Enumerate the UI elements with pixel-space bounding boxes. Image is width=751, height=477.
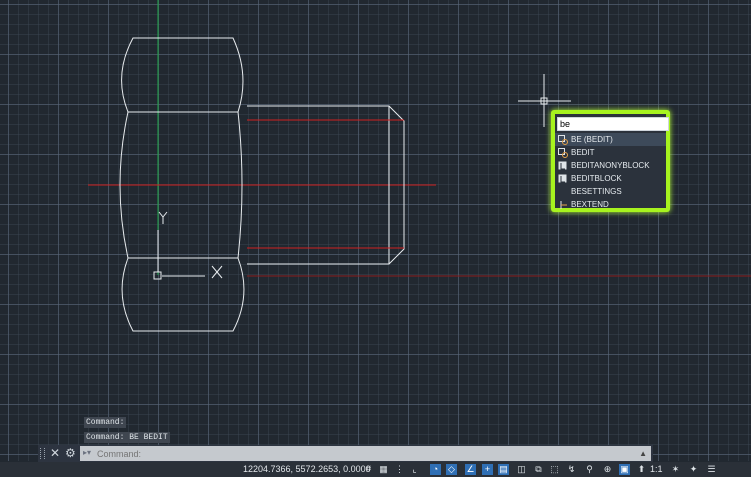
autocomplete-input[interactable] bbox=[557, 117, 669, 131]
grid-icon[interactable]: ▦ bbox=[378, 464, 389, 475]
drawing-geometry bbox=[88, 0, 751, 332]
annotation-monitor-icon[interactable]: ▣ bbox=[619, 464, 630, 475]
blank-icon bbox=[558, 187, 568, 197]
model-grid-icon[interactable]: # bbox=[363, 464, 374, 475]
autoscale-icon[interactable]: ✦ bbox=[688, 464, 699, 475]
autocomplete-item-label: BE (BEDIT) bbox=[571, 135, 613, 144]
coordinate-readout[interactable]: 12204.7366, 5572.2653, 0.0000 bbox=[243, 464, 371, 474]
autocomplete-item[interactable]: BEDIT bbox=[555, 146, 666, 159]
object-snap-icon[interactable]: + bbox=[482, 464, 493, 475]
autocomplete-item[interactable]: BE (BEDIT) bbox=[555, 133, 666, 146]
annotation-scale[interactable]: 1:1 bbox=[650, 464, 663, 474]
chevron-up-icon[interactable]: ▲ bbox=[639, 449, 647, 458]
autocomplete-item[interactable]: BEDITANONYBLOCK bbox=[555, 159, 666, 172]
object-snap-tracking-icon[interactable]: ∠ bbox=[465, 464, 476, 475]
units-icon[interactable]: ⬆ bbox=[636, 464, 647, 475]
gizmo-icon[interactable]: ⊕ bbox=[602, 464, 613, 475]
autocomplete-item[interactable]: BEXTEND bbox=[555, 198, 666, 211]
command-prompt-icon[interactable]: ▸▾ bbox=[83, 448, 91, 457]
drawing-canvas[interactable] bbox=[0, 0, 751, 461]
ortho-icon[interactable]: ⌞ bbox=[409, 464, 420, 475]
command-history-line: Command: bbox=[84, 417, 127, 428]
autocomplete-item-label: BEDITANONYBLOCK bbox=[571, 161, 650, 170]
annotation-visibility-icon[interactable]: ✶ bbox=[670, 464, 681, 475]
gear-icon[interactable]: ⚙ bbox=[65, 446, 76, 460]
lineweight-icon[interactable]: ▤ bbox=[498, 464, 509, 475]
snap-icon[interactable]: ⋮ bbox=[394, 464, 405, 475]
command-line-bar: ✕ ⚙ ▸▾ ▲ bbox=[38, 445, 653, 462]
block-icon bbox=[558, 161, 567, 169]
close-icon[interactable]: ✕ bbox=[50, 446, 60, 460]
autocomplete-item-label: BEDITBLOCK bbox=[571, 174, 622, 183]
selection-filter-icon[interactable]: ⚲ bbox=[584, 464, 595, 475]
command-autocomplete-popup: BE (BEDIT) BEDIT BEDITANONYBLOCK BEDITBL… bbox=[551, 110, 670, 212]
command-history-line: Command: BE BEDIT bbox=[84, 432, 170, 443]
command-input[interactable] bbox=[97, 448, 617, 459]
drag-handle-icon[interactable] bbox=[40, 448, 45, 459]
3d-osnap-icon[interactable]: ⬚ bbox=[549, 464, 560, 475]
workspace-menu-icon[interactable]: ☰ bbox=[706, 464, 717, 475]
polar-tracking-icon[interactable]: ◔ bbox=[430, 464, 441, 475]
extend-icon bbox=[560, 200, 567, 209]
autocomplete-item-label: BEDIT bbox=[571, 148, 595, 157]
dynamic-ucs-icon[interactable]: ↯ bbox=[566, 464, 577, 475]
block-icon bbox=[558, 174, 567, 182]
autocomplete-item[interactable]: BESETTINGS bbox=[555, 185, 666, 198]
isodraft-icon[interactable]: ◇ bbox=[446, 464, 457, 475]
status-bar: 12204.7366, 5572.2653, 0.0000 # ▦ ⋮ ⌞ ◔ … bbox=[0, 462, 751, 477]
block-editor-icon bbox=[558, 147, 568, 158]
autocomplete-item-label: BESETTINGS bbox=[571, 187, 622, 196]
block-editor-icon bbox=[558, 134, 568, 145]
autocomplete-item[interactable]: BEDITBLOCK bbox=[555, 172, 666, 185]
selection-cycling-icon[interactable]: ⧉ bbox=[533, 464, 544, 475]
autocomplete-item-label: BEXTEND bbox=[571, 200, 609, 209]
transparency-icon[interactable]: ◫ bbox=[516, 464, 527, 475]
command-field[interactable]: ▸▾ ▲ bbox=[80, 446, 651, 461]
